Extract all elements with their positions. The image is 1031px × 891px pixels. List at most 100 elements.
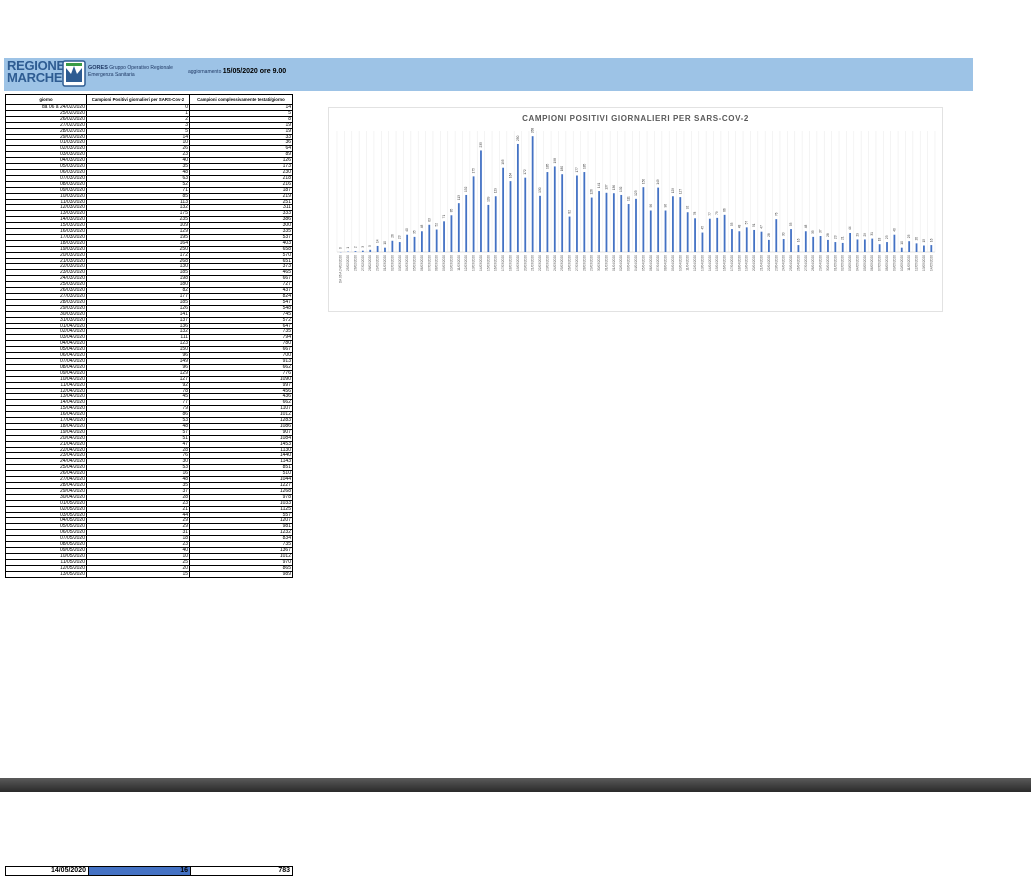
tick-label: 06/05/2020 bbox=[870, 255, 874, 271]
data-label: 78 bbox=[693, 212, 697, 216]
bar bbox=[583, 172, 586, 252]
data-label: 26 bbox=[390, 234, 394, 238]
bar bbox=[421, 231, 423, 252]
data-label: 1 bbox=[346, 247, 350, 249]
bar bbox=[376, 245, 379, 252]
data-label: 10 bbox=[383, 241, 387, 245]
tick-label: 17/03/2020 bbox=[501, 255, 505, 271]
tick-label: 17/04/2020 bbox=[730, 255, 734, 271]
data-label: 123 bbox=[634, 190, 638, 196]
tick-label: 06/03/2020 bbox=[420, 255, 424, 271]
update-prefix: aggiornamento bbox=[188, 69, 222, 75]
data-label: 141 bbox=[597, 183, 601, 189]
data-label: 35 bbox=[811, 230, 815, 234]
data-label: 29 bbox=[863, 233, 867, 237]
tick-label: 13/04/2020 bbox=[700, 255, 704, 271]
data-label: 82 bbox=[568, 210, 572, 214]
tick-label: 27/03/2020 bbox=[575, 255, 579, 271]
bar bbox=[568, 216, 571, 252]
data-label: 132 bbox=[619, 186, 623, 192]
data-label: 20 bbox=[915, 237, 919, 241]
tick-label: 10/03/2020 bbox=[449, 255, 453, 271]
bar bbox=[701, 232, 704, 252]
tick-label: 12/03/2020 bbox=[464, 255, 468, 271]
regione-emblem-icon bbox=[62, 60, 86, 87]
data-label: 18 bbox=[878, 237, 882, 241]
tick-label: 30/04/2020 bbox=[826, 255, 830, 271]
bar bbox=[790, 229, 792, 252]
data-label: 14 bbox=[376, 239, 380, 243]
data-label: 96 bbox=[664, 204, 668, 208]
cell-positives: 15 bbox=[86, 570, 190, 578]
bar bbox=[398, 242, 401, 252]
table-row: 13/05/2020 15 989 bbox=[5, 570, 293, 578]
tick-label: 26/04/2020 bbox=[796, 255, 800, 271]
bar bbox=[465, 194, 468, 252]
data-label: 164 bbox=[508, 173, 512, 179]
data-label: 30 bbox=[782, 232, 786, 236]
bar bbox=[686, 212, 689, 252]
bar bbox=[708, 218, 711, 252]
data-label: 85 bbox=[449, 208, 453, 212]
tick-label: 09/04/2020 bbox=[671, 255, 675, 271]
bar bbox=[930, 245, 933, 252]
data-label: 31 bbox=[870, 232, 874, 236]
bar bbox=[531, 136, 534, 252]
tick-label: 29/04/2020 bbox=[819, 255, 823, 271]
data-label: 23 bbox=[885, 235, 889, 239]
data-label: 57 bbox=[745, 221, 749, 225]
bar bbox=[502, 167, 505, 252]
bar bbox=[561, 174, 564, 252]
data-label: 195 bbox=[501, 159, 505, 165]
bar-chart: 0 DA 06 A 24/02/2020 1 25/02/2020 2 26/02/202… bbox=[336, 128, 936, 283]
bar bbox=[886, 242, 888, 252]
bar bbox=[694, 218, 696, 252]
gores-title: GORES bbox=[88, 65, 108, 71]
bar bbox=[804, 231, 807, 252]
tick-label: 05/04/2020 bbox=[641, 255, 645, 271]
data-label: 23 bbox=[833, 235, 837, 239]
bar bbox=[576, 175, 578, 252]
bar bbox=[893, 234, 896, 252]
data-label: 185 bbox=[545, 164, 549, 170]
data-label: 180 bbox=[560, 166, 564, 172]
data-label: 137 bbox=[604, 184, 608, 190]
bar bbox=[841, 242, 844, 252]
bar bbox=[664, 210, 667, 252]
data-label: 130 bbox=[538, 187, 542, 193]
tick-label: 10/04/2020 bbox=[678, 255, 682, 271]
tick-label: 29/02/2020 bbox=[376, 255, 380, 271]
data-label: 250 bbox=[516, 135, 520, 141]
bar bbox=[428, 224, 431, 252]
data-label: 150 bbox=[641, 179, 645, 185]
tick-label: 14/03/2020 bbox=[479, 255, 483, 271]
tick-label: 13/05/2020 bbox=[922, 255, 926, 271]
data-label: 109 bbox=[486, 196, 490, 202]
tick-label: 20/03/2020 bbox=[523, 255, 527, 271]
tick-label: 23/04/2020 bbox=[774, 255, 778, 271]
data-label: 44 bbox=[848, 226, 852, 230]
data-label: 172 bbox=[523, 169, 527, 175]
tick-label: 01/04/2020 bbox=[612, 255, 616, 271]
bar bbox=[738, 231, 741, 252]
table-header-row: giorno Campioni Positivi giornalieri per… bbox=[5, 94, 293, 105]
bar bbox=[849, 232, 851, 252]
tick-label: DA 06 A 24/02/2020 bbox=[339, 255, 343, 283]
tick-label: 22/03/2020 bbox=[538, 255, 542, 271]
bar bbox=[649, 210, 652, 252]
data-label: 47 bbox=[760, 225, 764, 229]
tick-label: 02/03/2020 bbox=[390, 255, 394, 271]
data-label: 175 bbox=[472, 168, 476, 174]
gores-label: GORES Gruppo Operativo Regionale Emergen… bbox=[88, 65, 183, 79]
tick-label: 20/04/2020 bbox=[752, 255, 756, 271]
data-table: giorno Campioni Positivi giornalieri per… bbox=[5, 94, 293, 578]
tick-label: 03/04/2020 bbox=[627, 255, 631, 271]
tick-label: 10/05/2020 bbox=[900, 255, 904, 271]
tick-label: 03/03/2020 bbox=[398, 255, 402, 271]
data-label: 37 bbox=[819, 229, 823, 233]
data-label: 129 bbox=[671, 188, 675, 194]
tick-label: 28/02/2020 bbox=[368, 255, 372, 271]
chart-container[interactable]: CAMPIONI POSITIVI GIORNALIERI PER SARS-C… bbox=[328, 107, 943, 312]
data-label: 235 bbox=[479, 142, 483, 148]
tick-label: 28/03/2020 bbox=[582, 255, 586, 271]
